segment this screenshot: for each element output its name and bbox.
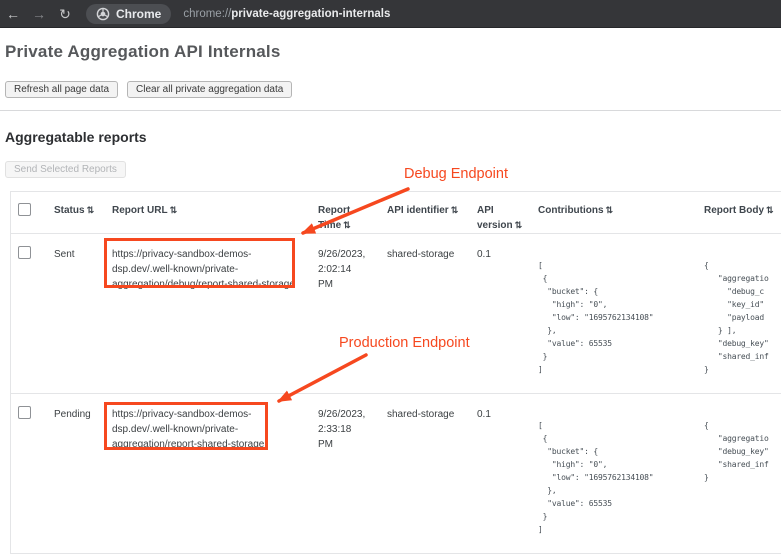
url-host: private-aggregation-internals xyxy=(231,8,390,20)
column-header-contributions[interactable]: Contributions⇅ xyxy=(538,203,704,218)
column-header-report-time[interactable]: Report Time⇅ xyxy=(318,203,364,233)
contributions-json: [ { "bucket": { "high": "0", "low": "169… xyxy=(538,259,653,376)
debug-endpoint-annotation: Debug Endpoint xyxy=(404,166,508,182)
browser-toolbar: ← → ↻ Chrome chrome://private-aggregatio… xyxy=(0,0,781,28)
select-all-checkbox[interactable] xyxy=(18,203,31,216)
origin-chip-label: Chrome xyxy=(116,7,161,21)
table-row-sent: Sent https://privacy-sandbox-demos- dsp.… xyxy=(11,234,781,394)
report-body-json: { "aggregatio "debug_key" "shared_inf } xyxy=(704,419,769,484)
report-url-value: https://privacy-sandbox-demos- dsp.dev/.… xyxy=(112,407,300,452)
production-endpoint-annotation: Production Endpoint xyxy=(339,335,470,351)
report-time-value: 9/26/2023, 2:02:14 PM xyxy=(318,247,380,292)
back-icon[interactable]: ← xyxy=(0,0,26,28)
chrome-logo-icon xyxy=(96,7,110,21)
address-bar[interactable]: chrome://private-aggregation-internals xyxy=(183,8,390,20)
section-divider xyxy=(0,110,781,111)
sort-icon: ⇅ xyxy=(451,205,459,215)
row-checkbox[interactable] xyxy=(18,246,31,259)
refresh-all-page-data-button[interactable]: Refresh all page data xyxy=(5,81,118,98)
sort-icon: ⇅ xyxy=(170,205,178,215)
contributions-json: [ { "bucket": { "high": "0", "low": "169… xyxy=(538,419,653,536)
forward-icon[interactable]: → xyxy=(26,0,52,28)
api-version-value: 0.1 xyxy=(477,407,533,422)
url-scheme: chrome:// xyxy=(183,8,231,20)
report-url-value: https://privacy-sandbox-demos- dsp.dev/.… xyxy=(112,247,300,292)
send-selected-reports-button[interactable]: Send Selected Reports xyxy=(5,161,126,178)
column-header-status[interactable]: Status⇅ xyxy=(54,203,106,218)
sort-icon: ⇅ xyxy=(87,205,95,215)
sort-icon: ⇅ xyxy=(606,205,614,215)
api-identifier-value: shared-storage xyxy=(387,247,477,262)
row-checkbox[interactable] xyxy=(18,406,31,419)
report-time-value: 9/26/2023, 2:33:18 PM xyxy=(318,407,380,452)
api-identifier-value: shared-storage xyxy=(387,407,477,422)
column-header-report-url[interactable]: Report URL⇅ xyxy=(112,203,300,218)
origin-chip[interactable]: Chrome xyxy=(86,4,171,24)
column-header-report-body[interactable]: Report Body⇅ xyxy=(704,203,781,218)
reports-table: Status⇅ Report URL⇅ Report Time⇅ API ide… xyxy=(10,191,781,554)
column-header-api-identifier[interactable]: API identifier⇅ xyxy=(387,203,477,218)
reload-icon[interactable]: ↻ xyxy=(52,0,78,28)
aggregatable-reports-heading: Aggregatable reports xyxy=(5,129,147,145)
page-title: Private Aggregation API Internals xyxy=(5,42,281,62)
table-header-row: Status⇅ Report URL⇅ Report Time⇅ API ide… xyxy=(11,192,781,234)
api-version-value: 0.1 xyxy=(477,247,533,262)
table-row-pending: Pending https://privacy-sandbox-demos- d… xyxy=(11,394,781,554)
column-header-api-version[interactable]: API version⇅ xyxy=(477,203,525,233)
sort-icon: ⇅ xyxy=(766,205,774,215)
status-value: Sent xyxy=(54,247,106,262)
status-value: Pending xyxy=(54,407,106,422)
report-body-json: { "aggregatio "debug_c "key_id" "payload… xyxy=(704,259,769,376)
sort-icon: ⇅ xyxy=(515,220,523,230)
sort-icon: ⇅ xyxy=(343,220,351,230)
clear-private-aggregation-data-button[interactable]: Clear all private aggregation data xyxy=(127,81,292,98)
